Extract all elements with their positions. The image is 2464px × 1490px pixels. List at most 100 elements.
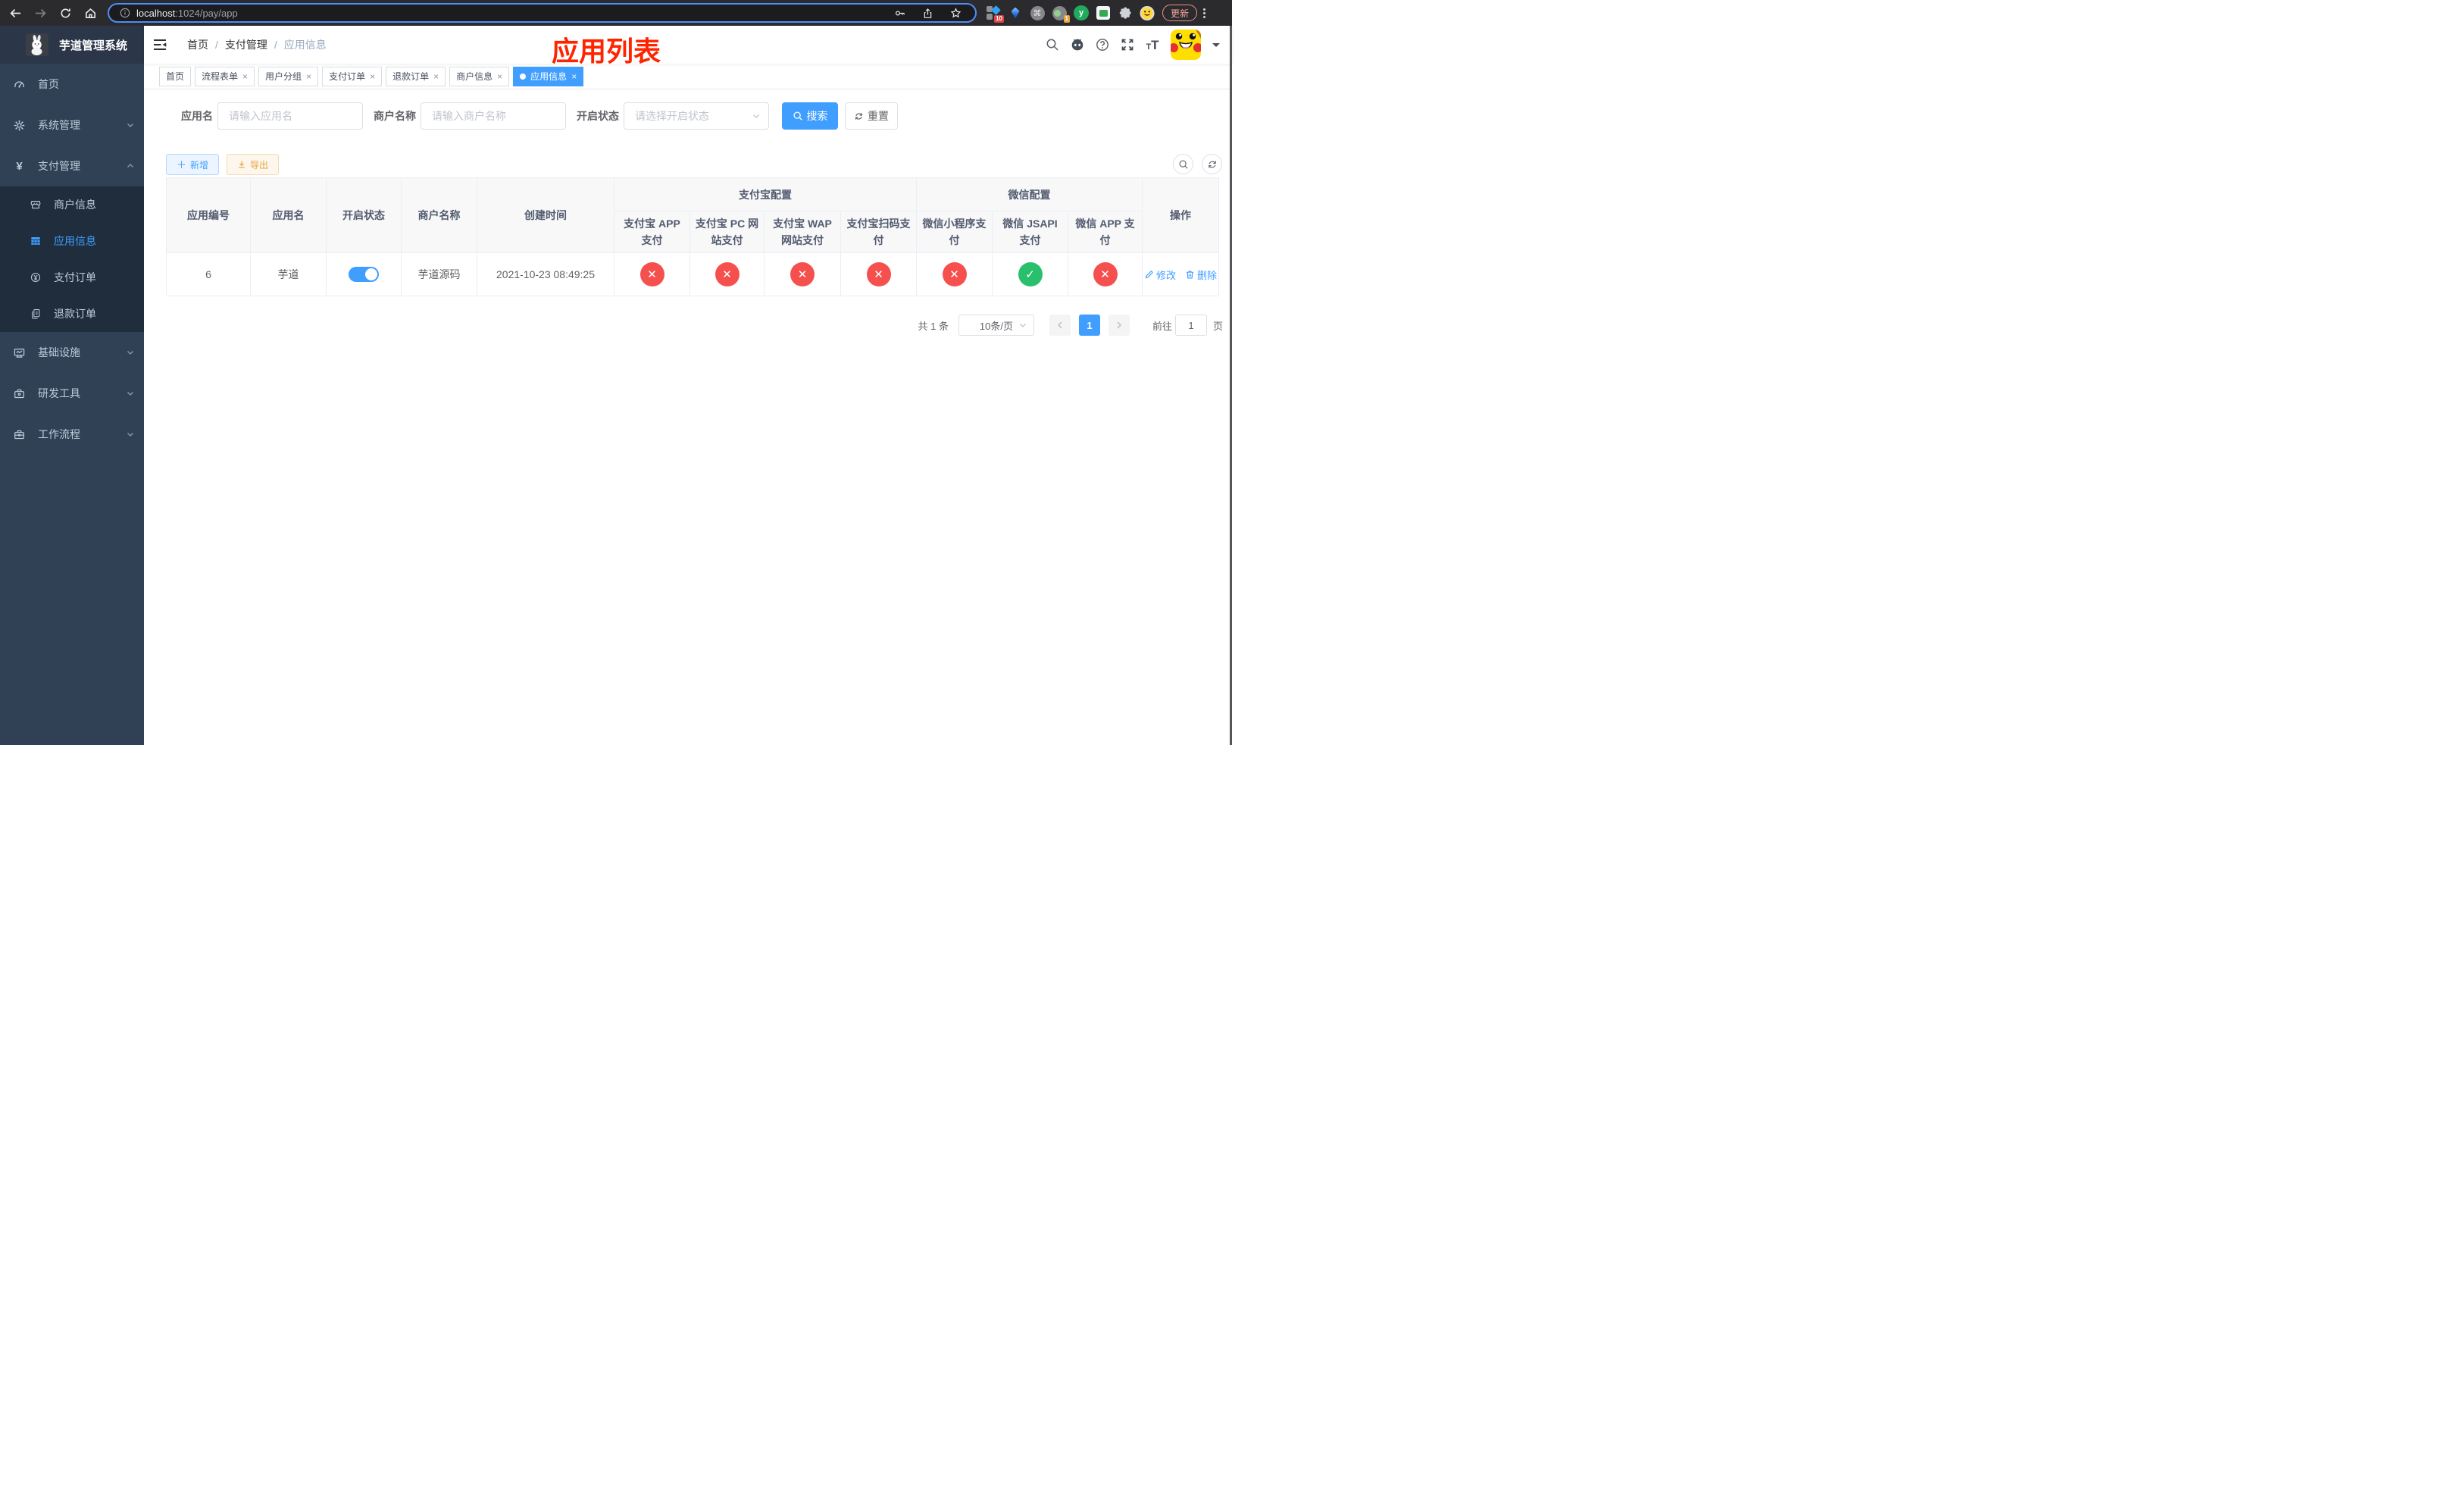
fullscreen-icon[interactable] <box>1121 38 1134 52</box>
app-logo-row[interactable]: 芋道管理系统 <box>0 26 144 64</box>
status-disabled-icon: ✕ <box>714 262 740 286</box>
goto-page-input[interactable] <box>1174 315 1207 336</box>
tab-应用信息[interactable]: 应用信息 × <box>513 66 584 86</box>
profile-emoji-icon[interactable] <box>1140 5 1155 20</box>
cell-wechat-mini-status: ✕ <box>916 252 993 296</box>
collapse-sidebar-icon[interactable] <box>152 38 167 52</box>
font-size-icon[interactable]: TT <box>1146 38 1159 52</box>
help-icon[interactable] <box>1096 38 1109 52</box>
app-table: 应用编号 应用名 开启状态 商户名称 创建时间 支付宝配置 微信配置 操作 支付… <box>166 177 1219 296</box>
delete-link[interactable]: 删除 <box>1185 268 1217 282</box>
site-info-icon[interactable] <box>120 8 130 18</box>
share-icon[interactable] <box>922 8 933 19</box>
sidebar-item-grid[interactable]: 应用信息 <box>0 223 144 259</box>
sidebar-item-label: 支付管理 <box>38 160 80 172</box>
cell-alipay-app-status: ✕ <box>614 252 690 296</box>
extension-recorder-icon[interactable]: 1 <box>1052 5 1070 23</box>
close-tab-icon[interactable]: × <box>306 72 311 81</box>
sidebar-item-store[interactable]: 商户信息 <box>0 186 144 223</box>
edit-pencil-icon <box>1145 271 1153 278</box>
extensions-puzzle-icon[interactable] <box>1118 5 1133 20</box>
merchant-name-label: 商户名称 <box>374 110 416 122</box>
browser-menu-icon[interactable] <box>1203 8 1206 18</box>
extension-y-icon[interactable]: y <box>1074 5 1089 20</box>
toggle-search-button[interactable] <box>1173 154 1193 174</box>
sidebar: 芋道管理系统 首页系统管理 ¥ 支付管理 商户信息 应用信息支付订单退款订单 基础设施 研发… <box>0 26 144 745</box>
tab-label: 退款订单 <box>392 71 430 82</box>
tab-退款订单[interactable]: 退款订单 × <box>386 66 446 86</box>
status-select[interactable]: 请选择开启状态 <box>624 102 769 130</box>
table-toolbar: ＋ 新增 导出 <box>166 154 1222 175</box>
breadcrumb-current: 应用信息 <box>283 39 327 51</box>
tab-label: 流程表单 <box>202 71 239 82</box>
search-button-label: 搜索 <box>806 110 828 122</box>
gear-icon <box>14 120 25 131</box>
sidebar-item-briefcase[interactable]: 工作流程 <box>0 414 144 455</box>
close-tab-icon[interactable]: × <box>433 72 439 81</box>
table-row: 6 芋道 芋道源码 2021-10-23 08:49:25 ✕ ✕ ✕ ✕ ✕ … <box>166 252 1219 296</box>
tab-首页[interactable]: 首页 <box>159 66 192 86</box>
search-button[interactable]: 搜索 <box>782 102 838 130</box>
password-key-icon[interactable] <box>894 8 905 19</box>
tab-商户信息[interactable]: 商户信息 × <box>449 66 510 86</box>
refresh-table-button[interactable] <box>1202 154 1222 174</box>
reset-button[interactable]: 重置 <box>845 102 898 130</box>
current-page-button[interactable]: 1 <box>1078 315 1100 336</box>
chevron-down-icon <box>1018 321 1027 330</box>
close-tab-icon[interactable]: × <box>242 72 248 81</box>
chevron-up-icon <box>126 161 135 171</box>
next-page-button[interactable] <box>1108 315 1130 336</box>
close-tab-icon[interactable]: × <box>571 72 577 81</box>
close-tab-icon[interactable]: × <box>497 72 502 81</box>
bookmark-star-icon[interactable] <box>950 7 962 19</box>
extension-command-icon[interactable]: ⌘ <box>1030 5 1045 20</box>
sidebar-item-monitor[interactable]: 基础设施 <box>0 332 144 373</box>
edit-link[interactable]: 修改 <box>1144 268 1176 282</box>
window-edge <box>1230 26 1232 745</box>
breadcrumb-home[interactable]: 首页 <box>187 37 208 52</box>
sidebar-item-dashboard[interactable]: 首页 <box>0 64 144 105</box>
tab-用户分组[interactable]: 用户分组 × <box>258 66 319 86</box>
browser-reload-icon[interactable] <box>59 7 72 20</box>
user-avatar[interactable] <box>1171 30 1201 60</box>
extension-badge: 10 <box>994 15 1004 23</box>
merchant-name-input[interactable] <box>421 102 566 130</box>
browser-update-button[interactable]: 更新 <box>1162 5 1198 21</box>
tab-支付订单[interactable]: 支付订单 × <box>322 66 383 86</box>
prev-page-button[interactable] <box>1049 315 1071 336</box>
extension-tabs-icon[interactable]: 10 <box>986 5 1004 23</box>
close-tab-icon[interactable]: × <box>370 72 375 81</box>
sidebar-item-label: 首页 <box>38 78 59 90</box>
extension-gem-icon[interactable] <box>1008 5 1023 20</box>
chevron-down-icon[interactable] <box>1212 42 1220 51</box>
app-title: 芋道管理系统 <box>59 39 128 52</box>
tab-流程表单[interactable]: 流程表单 × <box>195 66 255 86</box>
browser-home-icon[interactable] <box>84 7 97 20</box>
github-icon[interactable] <box>1071 38 1084 52</box>
sidebar-item-yen[interactable]: ¥ 支付管理 <box>0 146 144 186</box>
browser-forward-icon[interactable] <box>34 7 47 20</box>
cell-merchant: 芋道源码 <box>401 252 477 296</box>
extension-row: 10 ⌘ 1 y <box>986 5 1155 23</box>
page-size-select[interactable]: 10条/页 <box>958 315 1034 336</box>
main-area: 首页 / 支付管理 / 应用信息 应用列表 TT 首页 流程表单 × 用户分组 × 支付订… <box>144 26 1232 745</box>
chevron-down-icon <box>752 111 761 121</box>
sidebar-item-toolbox[interactable]: 研发工具 <box>0 373 144 414</box>
extension-chat-icon[interactable] <box>1096 5 1111 20</box>
breadcrumb-pay-manage[interactable]: 支付管理 <box>225 37 267 52</box>
address-bar[interactable]: localhost:1024/pay/app <box>108 3 977 23</box>
search-icon[interactable] <box>1046 38 1059 52</box>
export-button[interactable]: 导出 <box>227 154 280 175</box>
sidebar-item-document[interactable]: 退款订单 <box>0 296 144 332</box>
sidebar-item-label: 支付订单 <box>54 271 96 283</box>
sidebar-menu: 首页系统管理 ¥ 支付管理 商户信息 应用信息支付订单退款订单 基础设施 研发工具 工作流程 <box>0 64 144 455</box>
status-toggle[interactable] <box>349 267 379 282</box>
browser-back-icon[interactable] <box>9 7 22 20</box>
sidebar-item-gear[interactable]: 系统管理 <box>0 105 144 146</box>
col-wechat-mini: 微信小程序支付 <box>916 211 993 253</box>
add-button[interactable]: ＋ 新增 <box>166 154 220 175</box>
app-name-input[interactable] <box>217 102 363 130</box>
sidebar-item-yen-circle[interactable]: 支付订单 <box>0 259 144 296</box>
cell-alipay-pc-status: ✕ <box>689 252 765 296</box>
col-group-alipay: 支付宝配置 <box>614 177 917 211</box>
